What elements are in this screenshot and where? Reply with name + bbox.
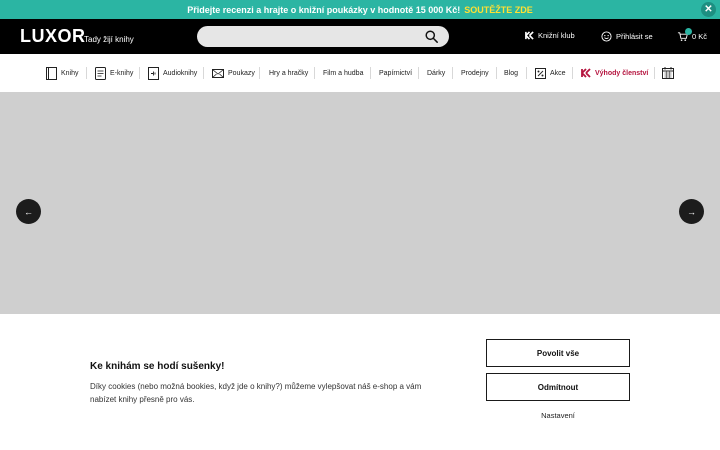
calendar-button[interactable]	[662, 54, 678, 92]
club-logo-icon	[525, 31, 534, 40]
nav-item-audioknihy[interactable]: Audioknihy	[148, 54, 197, 92]
nav-item-label: Dárky	[427, 69, 446, 77]
nav-separator	[86, 67, 87, 79]
nav-separator	[370, 67, 371, 79]
nav-item-label: Knihy	[61, 69, 79, 77]
cart-total: 0 Kč	[692, 32, 708, 41]
nav-item-label: Výhody členství	[595, 69, 649, 77]
nav-item-label: Poukazy	[228, 69, 255, 77]
promo-banner[interactable]: Přidejte recenzi a hrajte o knižní pouká…	[0, 0, 720, 19]
nav-separator	[654, 67, 655, 79]
nav-item-film-a-hudba[interactable]: Film a hudba	[323, 54, 363, 92]
allow-all-cookies-button[interactable]: Povolit vše	[486, 339, 630, 367]
smiley-icon	[601, 31, 612, 42]
site-header: LUXOR Tady žijí knihy Knižní klub Přihlá…	[0, 19, 720, 54]
nav-item-hry-a-hracky[interactable]: Hry a hračky	[269, 54, 308, 92]
calendar-icon	[662, 67, 674, 79]
voucher-icon	[212, 68, 224, 78]
hero-carousel[interactable]: ← →	[0, 92, 720, 314]
audiobook-icon	[148, 66, 159, 80]
arrow-right-icon: →	[687, 206, 696, 217]
nav-separator	[572, 67, 573, 79]
nav-separator	[418, 67, 419, 79]
nav-item-blog[interactable]: Blog	[504, 54, 518, 92]
nav-item-label: Film a hudba	[323, 69, 364, 77]
nav-item-label: Audioknihy	[163, 69, 198, 77]
logo-tagline: Tady žijí knihy	[84, 35, 134, 44]
nav-separator	[496, 67, 497, 79]
close-icon: ✕	[704, 3, 713, 15]
nav-item-label: Akce	[550, 69, 566, 77]
carousel-prev-button[interactable]: ←	[16, 199, 41, 224]
promo-cta-link[interactable]: SOUTĚŽTE ZDE	[464, 5, 533, 15]
nav-separator	[139, 67, 140, 79]
cookie-settings-link[interactable]: Nastavení	[486, 411, 630, 420]
cookie-description: Díky cookies (nebo možná bookies, když j…	[90, 382, 422, 404]
promo-text: Přidejte recenzi a hrajte o knižní pouká…	[187, 4, 461, 15]
nav-item-papirnictvi[interactable]: Papírnictví	[379, 54, 412, 92]
ebook-icon	[95, 66, 106, 80]
nav-item-e-knihy[interactable]: E-knihy	[95, 54, 133, 92]
promo-close-button[interactable]: ✕	[701, 2, 716, 17]
nav-separator	[203, 67, 204, 79]
nav-item-knihy[interactable]: Knihy	[46, 54, 79, 92]
nav-separator	[526, 67, 527, 79]
main-navigation: Knihy E-knihy Audioknihy Poukazy Hry a h…	[0, 54, 720, 92]
nav-item-label: Hry a hračky	[269, 69, 309, 77]
cart-link[interactable]: 0 Kč	[677, 31, 707, 42]
percent-icon	[535, 67, 546, 79]
cookie-title: Ke knihám se hodí sušenky!	[90, 361, 225, 372]
book-icon	[46, 66, 57, 80]
book-club-label: Knižní klub	[538, 31, 575, 40]
nav-item-prodejny[interactable]: Prodejny	[461, 54, 489, 92]
carousel-next-button[interactable]: →	[679, 199, 704, 224]
nav-item-darky[interactable]: Dárky	[427, 54, 445, 92]
nav-separator	[452, 67, 453, 79]
search-input[interactable]	[197, 26, 449, 47]
nav-item-label: Papírnictví	[379, 69, 413, 77]
nav-item-akce[interactable]: Akce	[535, 54, 566, 92]
nav-item-label: E-knihy	[110, 69, 134, 77]
search-icon[interactable]	[425, 30, 438, 43]
luxor-logo[interactable]: LUXOR	[20, 26, 86, 47]
nav-separator	[314, 67, 315, 79]
nav-item-vyhody-clenstvi[interactable]: Výhody členství	[581, 54, 648, 92]
cart-badge	[685, 28, 692, 35]
nav-separator	[259, 67, 260, 79]
nav-item-label: Blog	[504, 69, 519, 77]
nav-item-poukazy[interactable]: Poukazy	[212, 54, 255, 92]
book-club-link[interactable]: Knižní klub	[525, 31, 575, 40]
reject-cookies-button[interactable]: Odmítnout	[486, 373, 630, 401]
login-label: Přihlásit se	[616, 32, 653, 41]
login-link[interactable]: Přihlásit se	[601, 31, 653, 42]
cookie-consent-panel: Ke knihám se hodí sušenky! Díky cookies …	[0, 314, 720, 450]
club-logo-icon	[581, 68, 591, 78]
arrow-left-icon: ←	[24, 206, 33, 217]
nav-item-label: Prodejny	[461, 69, 489, 77]
